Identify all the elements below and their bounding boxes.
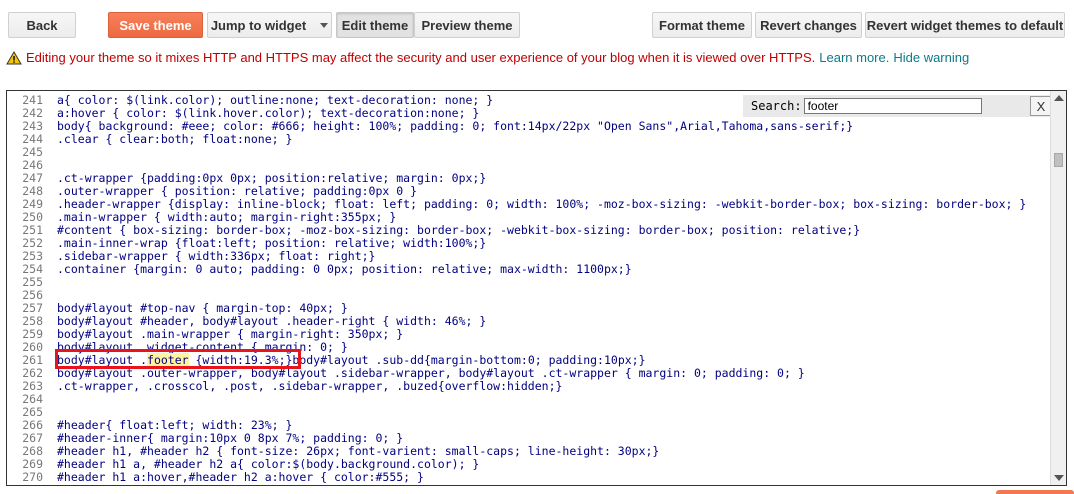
- code-text: .header-wrapper {display: inline-block; …: [57, 197, 1027, 211]
- warning-text: Editing your theme so it mixes HTTP and …: [26, 50, 816, 65]
- hide-warning-link[interactable]: Hide warning: [893, 50, 969, 65]
- code-text: .outer-wrapper { position: relative; pad…: [57, 184, 418, 198]
- code-lines: 241 a{ color: $(link.color); outline:none…: [7, 94, 1051, 484]
- search-label: Search:: [751, 99, 802, 113]
- code-line[interactable]: 245: [7, 146, 1051, 159]
- code-line[interactable]: 264: [7, 393, 1051, 406]
- code-text: a:hover { color: $(link.hover.color); te…: [57, 106, 480, 120]
- revert-widget-themes-button[interactable]: Revert widget themes to default: [865, 12, 1065, 38]
- code-text: body{ background: #eee; color: #666; hei…: [57, 119, 854, 133]
- code-text: #header{ float:left; width: 23%; }: [57, 418, 293, 432]
- close-search-button[interactable]: X: [1030, 96, 1052, 116]
- annotation-highlight-box: [55, 349, 301, 369]
- code-text: a{ color: $(link.color); outline:none; t…: [57, 93, 494, 107]
- code-line[interactable]: 263 .ct-wrapper, .crosscol, .post, .sideb…: [7, 380, 1051, 393]
- vertical-scrollbar[interactable]: [1050, 91, 1066, 485]
- code-line[interactable]: 255: [7, 276, 1051, 289]
- corner-accent: [996, 490, 1074, 494]
- code-text: body#layout #top-nav { margin-top: 40px;…: [57, 301, 348, 315]
- scroll-down-arrow-icon[interactable]: [1054, 475, 1064, 481]
- save-theme-button[interactable]: Save theme: [108, 12, 203, 38]
- code-text: body#layout .main-wrapper { margin-right…: [57, 327, 404, 341]
- code-text: #header h1, #header h2 { font-size: 26px…: [57, 444, 660, 458]
- code-text: .container {margin: 0 auto; padding: 0 0…: [57, 262, 632, 276]
- back-button[interactable]: Back: [8, 12, 76, 38]
- code-text: #content { box-sizing: border-box; -moz-…: [57, 223, 861, 237]
- code-text: .ct-wrapper, .crosscol, .post, .sidebar-…: [57, 379, 563, 393]
- line-number: 270: [22, 470, 43, 484]
- jump-to-widget-dropdown[interactable]: Jump to widget: [207, 12, 332, 38]
- code-line[interactable]: 270 #header h1 a:hover,#header h2 a:hover…: [7, 471, 1051, 484]
- https-warning: Editing your theme so it mixes HTTP and …: [6, 50, 969, 65]
- code-text: .ct-wrapper {padding:0px 0px; position:r…: [57, 171, 487, 185]
- jump-to-widget-label: Jump to widget: [210, 17, 307, 33]
- edit-theme-button[interactable]: Edit theme: [336, 12, 414, 38]
- code-text: body#layout #header, body#layout .header…: [57, 314, 487, 328]
- code-line[interactable]: 254 .container {margin: 0 auto; padding: …: [7, 263, 1051, 276]
- format-theme-button[interactable]: Format theme: [652, 12, 752, 38]
- warning-triangle-icon: [6, 50, 22, 65]
- learn-more-link[interactable]: Learn more.: [819, 50, 889, 65]
- scroll-thumb[interactable]: [1054, 153, 1063, 167]
- preview-theme-button[interactable]: Preview theme: [414, 12, 520, 38]
- code-line[interactable]: 244 .clear { clear:both; float:none; }: [7, 133, 1051, 146]
- revert-changes-button[interactable]: Revert changes: [755, 12, 862, 38]
- code-text: .clear { clear:both; float:none; }: [57, 132, 293, 146]
- code-text: .main-wrapper { width:auto; margin-right…: [57, 210, 397, 224]
- search-bar: Search: X: [743, 95, 1054, 117]
- code-text: #header h1 a, #header h2 a{ color:$(body…: [57, 457, 480, 471]
- code-editor[interactable]: 241 a{ color: $(link.color); outline:none…: [6, 90, 1067, 486]
- code-text: #header-inner{ margin:10px 0 8px 7%; pad…: [57, 431, 404, 445]
- search-input[interactable]: [803, 98, 982, 114]
- code-text: .main-inner-wrap {float:left; position: …: [57, 236, 487, 250]
- scroll-up-arrow-icon[interactable]: [1054, 95, 1064, 101]
- code-text: .sidebar-wrapper { width:336px; float: r…: [57, 249, 376, 263]
- chevron-down-icon: [320, 22, 329, 28]
- code-text: #header h1 a:hover,#header h2 a:hover { …: [57, 470, 424, 484]
